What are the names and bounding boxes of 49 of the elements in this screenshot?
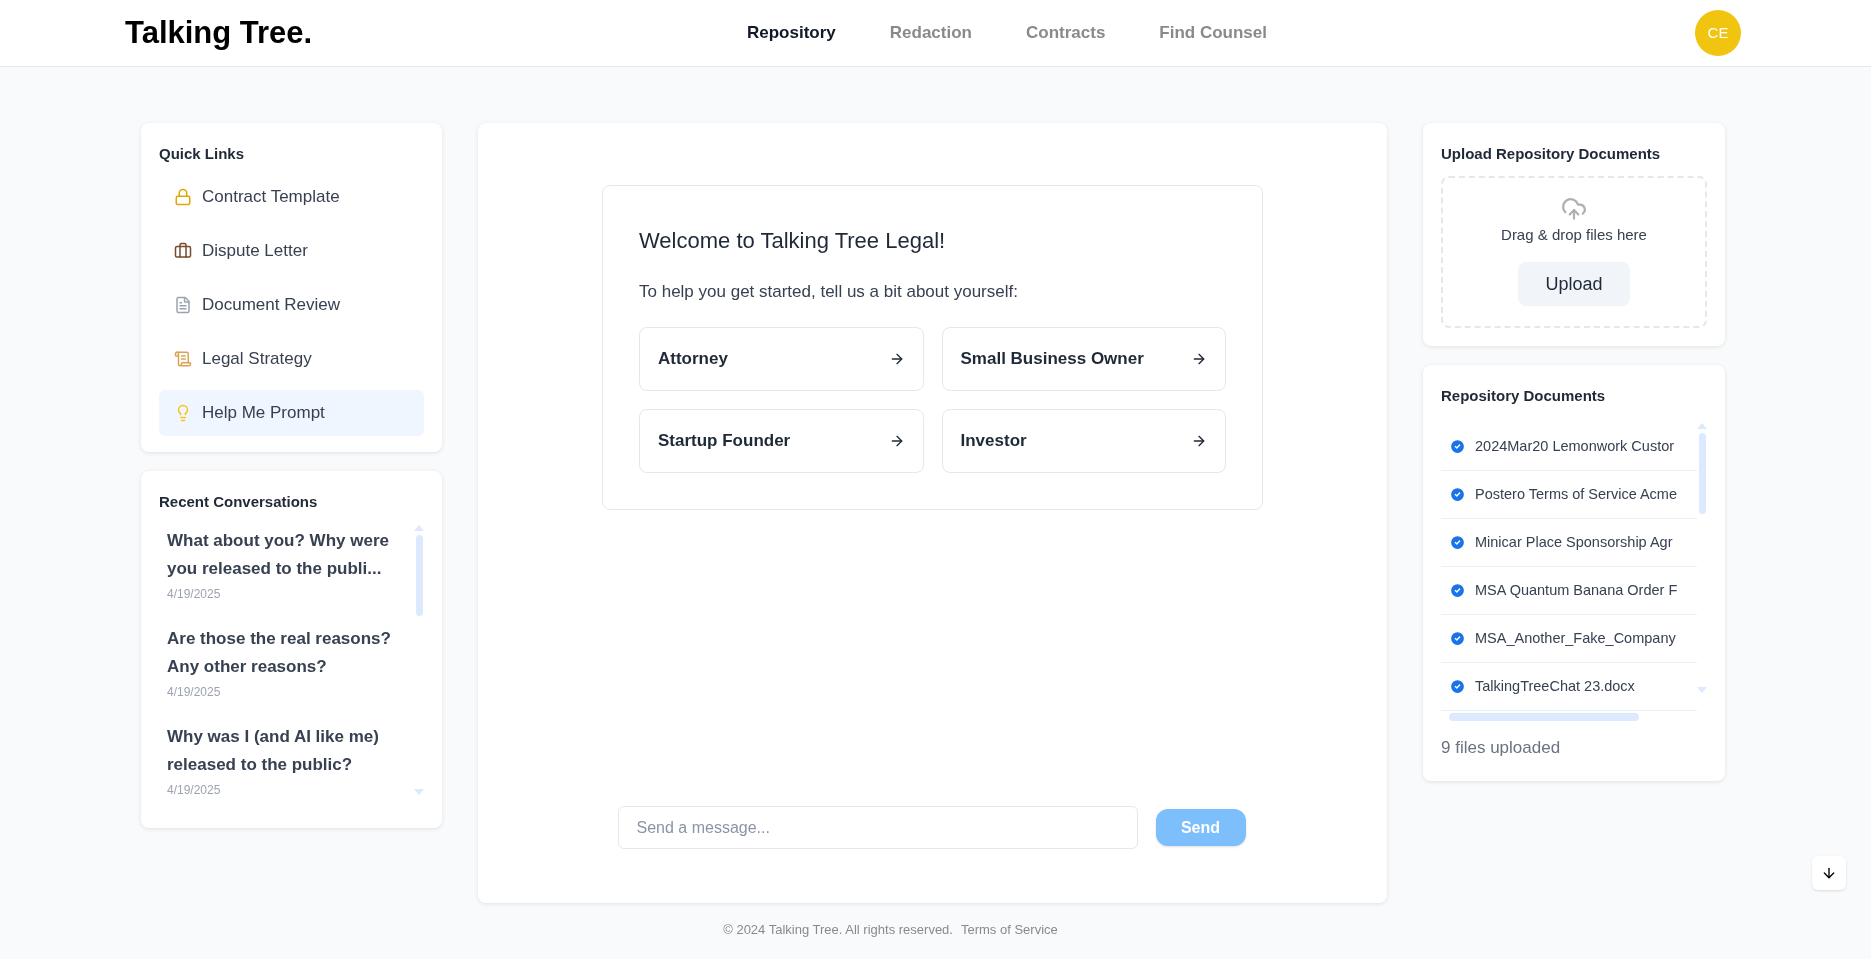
conversation-title[interactable]: Why was I (and AI like me) released to the public? xyxy=(167,723,406,779)
files-count: 9 files uploaded xyxy=(1441,737,1562,759)
conversation-date: 4/19/2025 xyxy=(167,782,222,799)
link-label: Contract Template xyxy=(202,185,340,208)
link-label: Document Review xyxy=(202,293,340,316)
file-name[interactable]: MSA_Another_Fake_Company xyxy=(1475,627,1676,650)
file-name[interactable]: Postero Terms of Service Acme xyxy=(1475,483,1677,506)
quick-link[interactable]: Dispute Letter xyxy=(159,227,424,274)
lock-icon xyxy=(174,187,192,206)
upload-button[interactable]: Upload xyxy=(1518,262,1630,306)
briefcase-icon xyxy=(174,241,192,260)
file-name[interactable]: Minicar Place Sponsorship Agr xyxy=(1475,531,1673,554)
welcome-prompt: To help you get started, tell us a bit about yourself: xyxy=(639,281,1019,303)
document-icon xyxy=(174,295,192,314)
conversation-date: 4/19/2025 xyxy=(167,684,222,701)
link-label: Legal Strategy xyxy=(202,347,312,370)
conversation-date: 4/19/2025 xyxy=(167,586,222,603)
conversation-title[interactable]: Are those the real reasons? Any other reasons? xyxy=(167,625,406,681)
role-option[interactable]: Attorney xyxy=(639,326,924,391)
card-title: Upload Repository Documents xyxy=(1441,144,1662,164)
copyright-text: © 2024 Talking Tree. All rights reserved. xyxy=(723,921,953,939)
file-name[interactable]: TalkingTreeChat 23.docx xyxy=(1475,675,1635,698)
drop-zone[interactable]: Drag & drop files here Upload xyxy=(1441,175,1707,328)
quick-link[interactable]: Legal Strategy xyxy=(159,335,424,382)
role-option[interactable]: Startup Founder xyxy=(639,408,924,473)
link-label: Help Me Prompt xyxy=(202,401,325,424)
cloud-upload-icon xyxy=(1561,195,1587,222)
role-option[interactable]: Small Business Owner xyxy=(941,326,1226,391)
card-title: Quick Links xyxy=(159,144,246,164)
link-label: Dispute Letter xyxy=(202,239,308,262)
quick-link[interactable]: Help Me Prompt xyxy=(159,389,424,436)
quick-link[interactable]: Contract Template xyxy=(159,173,424,220)
card-title: Repository Documents xyxy=(1441,385,1607,406)
nav-link[interactable]: Repository xyxy=(747,20,836,46)
quick-link[interactable]: Document Review xyxy=(159,281,424,328)
logo[interactable]: Talking Tree. xyxy=(125,9,645,57)
file-name[interactable]: 2024Mar20 Lemonwork Custor xyxy=(1475,435,1675,458)
conversation-title[interactable]: What about you? Why were you released to the publi... xyxy=(167,527,406,583)
card-title: Recent Conversations xyxy=(159,491,319,512)
role-option[interactable]: Investor xyxy=(941,408,1226,473)
scroll-icon xyxy=(174,349,192,368)
scrollbar[interactable] xyxy=(1697,423,1707,693)
scroll-down-button[interactable] xyxy=(1812,856,1846,890)
horizontal-scrollbar[interactable] xyxy=(1449,713,1639,721)
message-input[interactable]: Send a message... xyxy=(617,806,1138,849)
drop-hint: Drag & drop files here xyxy=(1501,224,1647,245)
scrollbar[interactable] xyxy=(414,525,424,795)
file-name[interactable]: MSA Quantum Banana Order F xyxy=(1475,579,1678,602)
welcome-title: Welcome to Talking Tree Legal! xyxy=(639,227,947,255)
